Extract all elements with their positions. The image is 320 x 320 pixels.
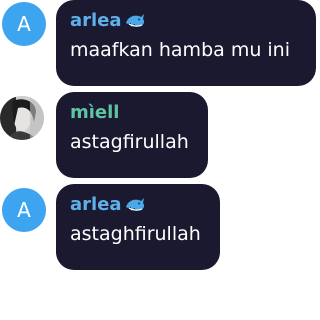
- message-bubble: arlea astaghfirullah: [56, 184, 220, 270]
- author-name-text: arlea: [70, 194, 122, 215]
- avatar-letter: A: [17, 12, 31, 36]
- message-text: astagfirullah: [70, 131, 189, 153]
- avatar[interactable]: A: [2, 188, 46, 232]
- profile-photo: [0, 96, 44, 140]
- chat-log: A arlea maafkan hamba mu ini mìell astag…: [0, 0, 316, 320]
- dolphin-icon: [125, 198, 144, 211]
- dolphin-icon: [125, 14, 144, 27]
- author-name-text: arlea: [70, 10, 122, 31]
- message-bubble: arlea maafkan hamba mu ini: [56, 0, 316, 86]
- avatar[interactable]: [0, 96, 44, 140]
- avatar[interactable]: A: [2, 2, 46, 46]
- author-name[interactable]: arlea: [70, 194, 206, 216]
- author-name[interactable]: mìell: [70, 102, 194, 124]
- message-bubble: mìell astagfirullah: [56, 92, 208, 178]
- avatar-letter: A: [17, 198, 31, 222]
- message-text: maafkan hamba mu ini: [70, 39, 291, 61]
- message-text: astaghfirullah: [70, 223, 201, 245]
- author-name[interactable]: arlea: [70, 10, 302, 32]
